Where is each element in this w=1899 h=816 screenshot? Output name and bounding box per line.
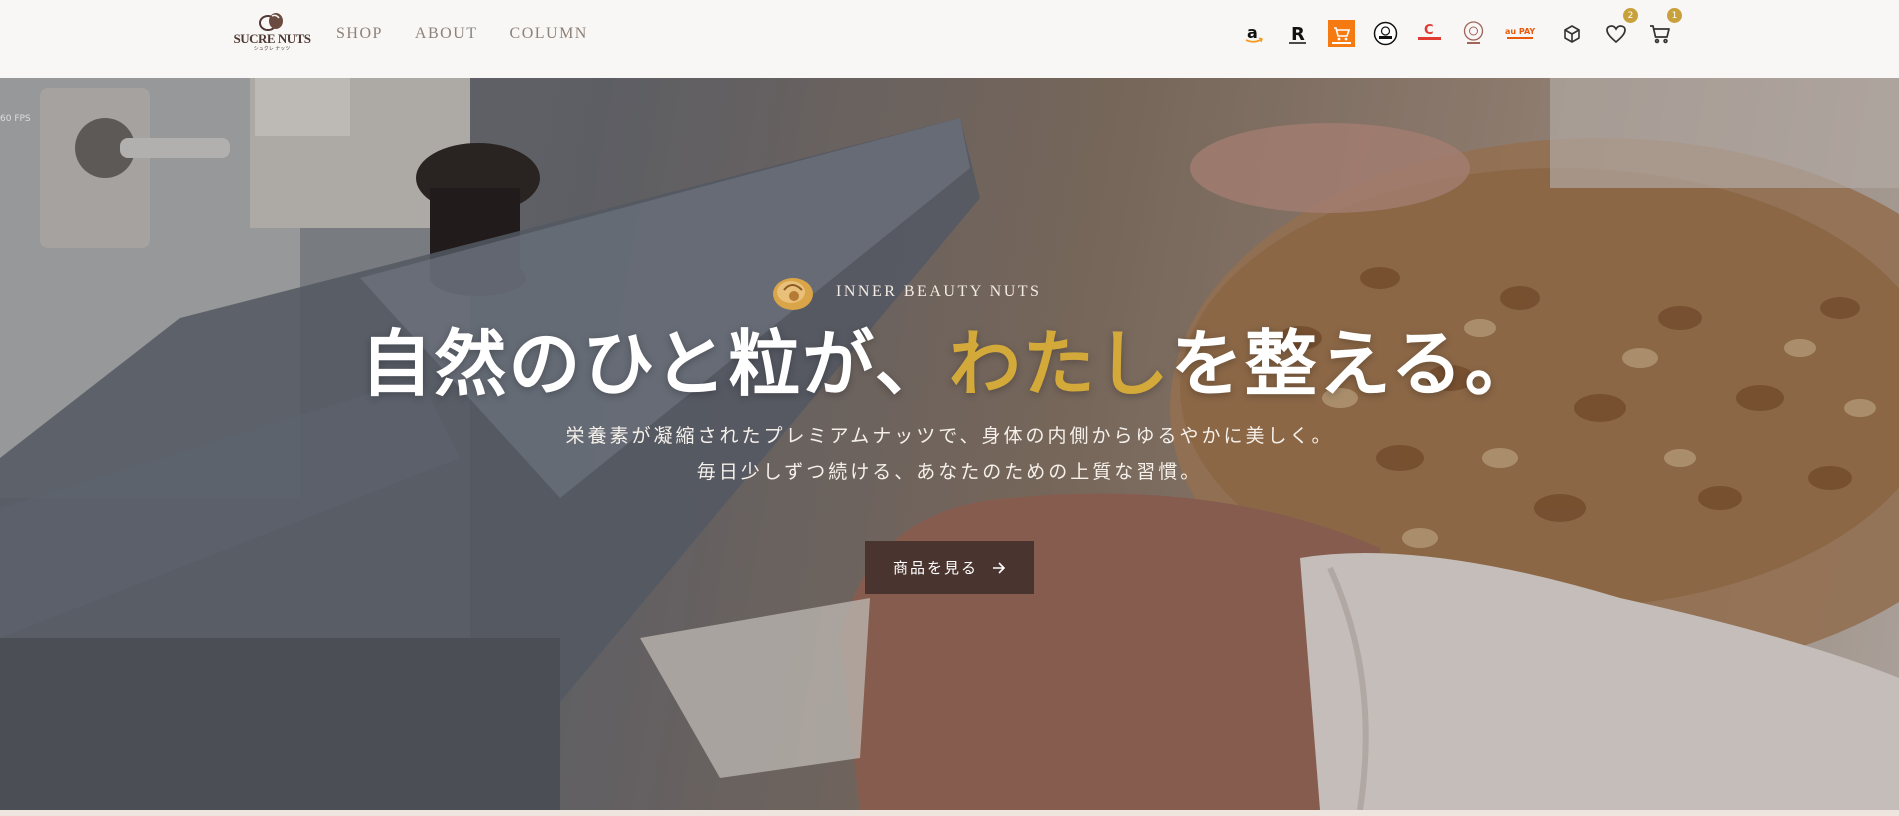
arrow-right-icon [993, 561, 1006, 574]
svg-text:C: C [1424, 23, 1434, 38]
headline-accent: わたし [948, 321, 1171, 406]
nut-logo-icon [259, 13, 283, 31]
headline-part-1: 自然のひと粒が、 [360, 321, 949, 406]
main-nav: SHOP ABOUT COLUMN [336, 25, 588, 43]
hero-eyebrow-text: INNER BEAUTY NUTS [836, 283, 1042, 300]
brand-logo[interactable]: SUCRE NUTS シュクレ ナッツ [230, 12, 314, 56]
nut-icon [773, 278, 813, 310]
headline-part-2: を整える。 [1170, 321, 1539, 406]
cart-icon [1650, 25, 1670, 44]
box-icon[interactable] [1560, 20, 1584, 48]
hero-eyebrow: INNER BEAUTY NUTS [770, 272, 1041, 312]
hero-headline: 自然のひと粒が、わたしを整える。 [0, 314, 1899, 414]
wishlist-count-badge: 2 [1623, 8, 1638, 23]
view-products-label: 商品を見る [892, 559, 978, 577]
marketplace-links: a R C au PAY [1240, 20, 1538, 47]
hero-section: 60 FPS INNER BEAUTY NUTS 自然のひと粒が、わたしを整える… [0, 78, 1899, 810]
site-header: SUCRE NUTS シュクレ ナッツ SHOP ABOUT COLUMN a … [0, 0, 1899, 78]
next-section-edge [0, 810, 1899, 816]
fps-counter: 60 FPS [0, 114, 31, 124]
logo-wordmark: SUCRE NUTS [233, 31, 312, 46]
hero-lead-line-1: 栄養素が凝縮されたプレミアムナッツで、身体の内側からゆるやかに美しく。 [565, 425, 1334, 447]
logo-subtitle: シュクレ ナッツ [253, 46, 291, 52]
header-actions: 2 1 [1560, 8, 1682, 48]
wishlist-button[interactable]: 2 [1604, 8, 1638, 48]
cart-count-badge: 1 [1667, 8, 1682, 23]
au-pay-icon[interactable]: au PAY [1504, 20, 1538, 47]
nav-column[interactable]: COLUMN [510, 25, 588, 43]
amazon-icon[interactable]: a [1240, 20, 1267, 47]
nav-shop[interactable]: SHOP [336, 25, 383, 43]
creema-icon[interactable]: C [1416, 20, 1443, 47]
svg-text:R: R [1291, 24, 1305, 45]
hero-lead-line-2: 毎日少しずつ続ける、あなたのための上質な習慣。 [696, 461, 1203, 483]
heart-icon [1606, 25, 1626, 44]
cart-button[interactable]: 1 [1648, 8, 1682, 48]
circle-logo-icon[interactable] [1372, 20, 1399, 47]
svg-text:au PAY: au PAY [1505, 27, 1535, 36]
svg-text:a: a [1247, 23, 1258, 42]
nav-about[interactable]: ABOUT [415, 25, 478, 43]
rakuten-icon[interactable]: R [1284, 20, 1311, 47]
seal-logo-icon[interactable] [1460, 20, 1487, 47]
view-products-button[interactable]: 商品を見る [865, 541, 1034, 594]
shopping-cart-store-icon[interactable] [1328, 20, 1355, 47]
